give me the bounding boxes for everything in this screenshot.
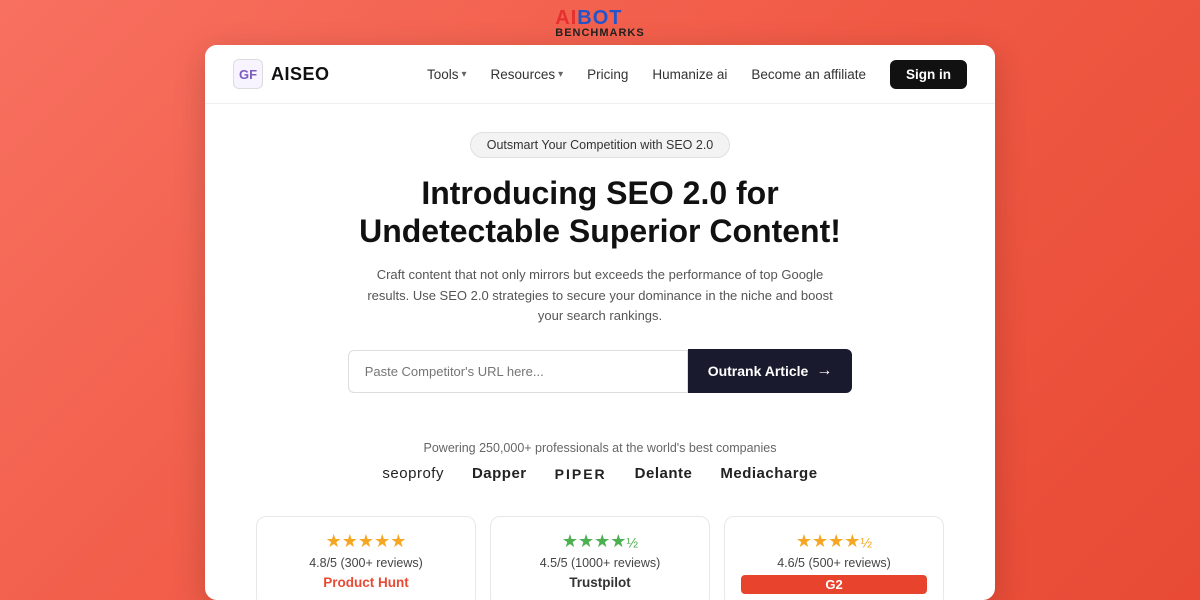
platform-trustpilot: Trustpilot xyxy=(507,575,693,590)
outrank-button[interactable]: Outrank Article → xyxy=(688,349,853,393)
stars-trustpilot: ★★★★½ xyxy=(507,531,693,552)
search-bar: Outrank Article → xyxy=(245,349,955,393)
logo-text: AISEO xyxy=(271,64,330,85)
company-dapper: Dapper xyxy=(472,465,527,482)
hero-section: Outsmart Your Competition with SEO 2.0 I… xyxy=(205,104,995,441)
top-banner: AI BOT BENCHMARKS xyxy=(0,0,1200,45)
score-producthunt: 4.8/5 (300+ reviews) xyxy=(273,556,459,570)
score-trustpilot: 4.5/5 (1000+ reviews) xyxy=(507,556,693,570)
chevron-down-icon: ▾ xyxy=(558,69,563,80)
review-card-g2: ★★★★½ 4.6/5 (500+ reviews) G2 xyxy=(724,516,944,600)
banner-bot-text: BOT xyxy=(577,8,622,28)
banner-ai-text: AI xyxy=(555,8,577,28)
banner-logo: AI BOT BENCHMARKS xyxy=(555,8,644,39)
navbar: GF AISEO Tools ▾ Resources ▾ Pricing Hum… xyxy=(205,45,995,104)
main-card: GF AISEO Tools ▾ Resources ▾ Pricing Hum… xyxy=(205,45,995,600)
review-card-producthunt: ★★★★★ 4.8/5 (300+ reviews) Product Hunt xyxy=(256,516,476,600)
stars-g2: ★★★★½ xyxy=(741,531,927,552)
companies-label: Powering 250,000+ professionals at the w… xyxy=(245,441,955,455)
companies-logos: seoprofy Dapper PIPER Delante Mediacharg… xyxy=(245,465,955,482)
score-g2: 4.6/5 (500+ reviews) xyxy=(741,556,927,570)
nav-resources[interactable]: Resources ▾ xyxy=(491,67,564,82)
url-input[interactable] xyxy=(348,350,688,393)
review-card-trustpilot: ★★★★½ 4.5/5 (1000+ reviews) Trustpilot xyxy=(490,516,710,600)
hero-subtitle: Craft content that not only mirrors but … xyxy=(360,265,840,327)
company-piper: PIPER xyxy=(555,466,607,482)
nav-humanize[interactable]: Humanize ai xyxy=(652,67,727,82)
chevron-down-icon: ▾ xyxy=(462,69,467,80)
navbar-nav: Tools ▾ Resources ▾ Pricing Humanize ai … xyxy=(427,60,967,89)
signin-button[interactable]: Sign in xyxy=(890,60,967,89)
review-cards: ★★★★★ 4.8/5 (300+ reviews) Product Hunt … xyxy=(205,516,995,600)
nav-tools[interactable]: Tools ▾ xyxy=(427,67,467,82)
hero-badge: Outsmart Your Competition with SEO 2.0 xyxy=(470,132,731,158)
companies-section: Powering 250,000+ professionals at the w… xyxy=(205,441,995,516)
company-mediacharge: Mediacharge xyxy=(720,465,817,482)
navbar-logo: GF AISEO xyxy=(233,59,330,89)
platform-producthunt: Product Hunt xyxy=(273,575,459,590)
hero-title: Introducing SEO 2.0 for Undetectable Sup… xyxy=(245,174,955,251)
nav-affiliate[interactable]: Become an affiliate xyxy=(751,67,866,82)
company-seoprofy: seoprofy xyxy=(382,465,444,482)
banner-benchmarks-text: BENCHMARKS xyxy=(555,28,644,39)
nav-pricing[interactable]: Pricing xyxy=(587,67,628,82)
company-delante: Delante xyxy=(635,465,693,482)
arrow-icon: → xyxy=(816,362,832,380)
logo-icon: GF xyxy=(233,59,263,89)
stars-producthunt: ★★★★★ xyxy=(273,531,459,552)
g2-badge: G2 xyxy=(741,575,927,594)
